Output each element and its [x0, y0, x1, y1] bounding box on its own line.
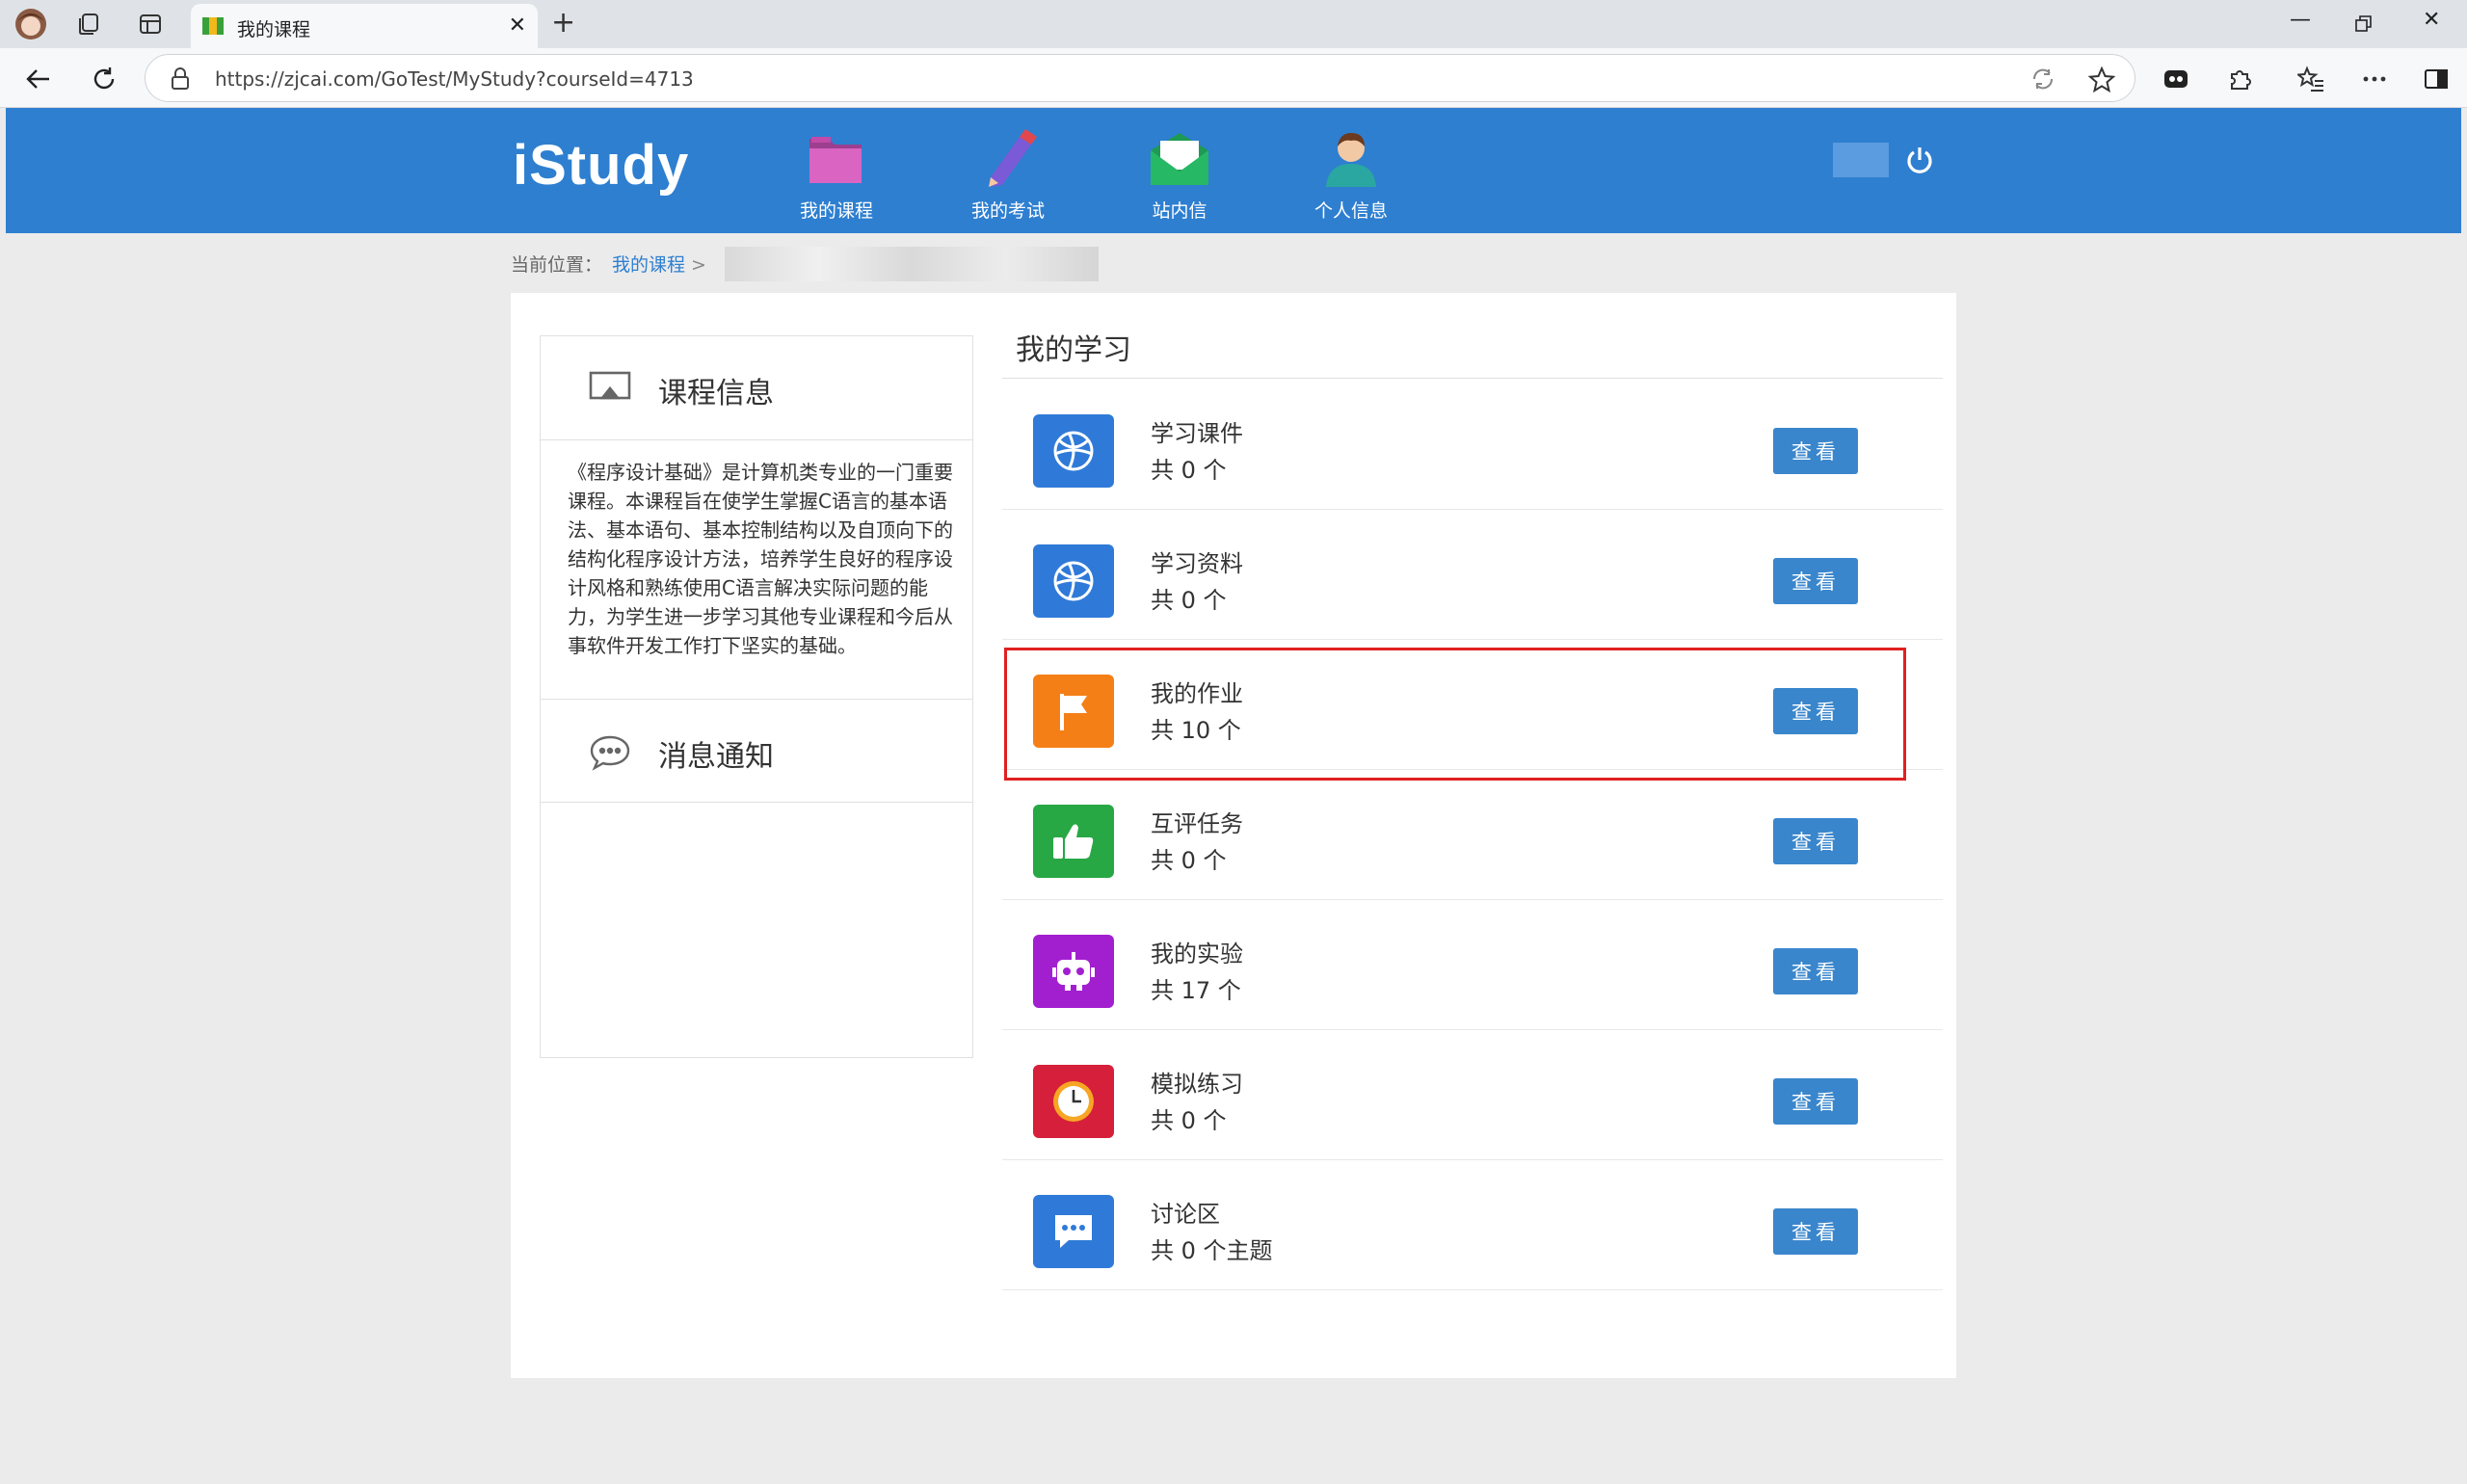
breadcrumb-separator: > [691, 254, 706, 276]
tab-close-icon[interactable]: ✕ [509, 13, 526, 38]
study-item-courseware: 学习课件 共 0 个 查看 [1002, 380, 1943, 510]
nav-profile[interactable]: 个人信息 [1293, 129, 1409, 223]
tab-title: 我的课程 [237, 19, 311, 40]
pencil-icon [989, 129, 1037, 187]
view-practice-button[interactable]: 查看 [1773, 1078, 1858, 1125]
breadcrumb-prefix: 当前位置： [511, 254, 603, 276]
title-divider [1002, 378, 1943, 379]
course-sidebar: 课程信息 《程序设计基础》是计算机类专业的一门重要课程。本课程旨在使学生掌握C语… [540, 335, 973, 1058]
nav-label: 个人信息 [1313, 200, 1388, 222]
item-name: 学习课件 [1151, 420, 1243, 447]
lock-icon [172, 67, 189, 90]
close-window-icon[interactable]: ✕ [2423, 8, 2440, 32]
highlight-box [1004, 648, 1906, 781]
sidebar-toggle-icon[interactable] [2419, 62, 2454, 96]
istudy-logo[interactable]: iStudy [513, 133, 689, 198]
nav-label: 我的课程 [799, 200, 873, 222]
nav-label: 站内信 [1152, 200, 1207, 222]
envelope-icon [1151, 133, 1208, 185]
restore-icon[interactable] [2355, 15, 2373, 33]
nav-label: 我的考试 [970, 200, 1045, 222]
power-icon[interactable] [1904, 145, 1935, 175]
nav-messages[interactable]: 站内信 [1122, 129, 1237, 223]
basketball-icon [1033, 544, 1114, 618]
new-tab-icon[interactable]: + [551, 6, 575, 40]
item-count: 共 0 个 [1151, 587, 1227, 614]
main-panel: 课程信息 《程序设计基础》是计算机类专业的一门重要课程。本课程旨在使学生掌握C语… [511, 293, 1956, 1378]
profile-avatar-icon[interactable] [10, 6, 52, 42]
thumbs-up-icon [1033, 805, 1114, 878]
item-count: 共 0 个 [1151, 1107, 1227, 1134]
site-header: iStudy 我的课程 我的考试 站内信 个人信息 [6, 108, 2461, 233]
chat-bubble-icon [1033, 1195, 1114, 1268]
browser-tab-active[interactable]: 我的课程 ✕ [191, 4, 538, 48]
item-count: 共 17 个 [1151, 977, 1241, 1004]
favorites-list-icon[interactable] [2294, 62, 2328, 96]
breadcrumb-course-name-blurred [725, 247, 1099, 281]
view-experiments-button[interactable]: 查看 [1773, 948, 1858, 994]
folder-icon [809, 137, 862, 183]
basketball-icon [1033, 414, 1114, 488]
more-menu-icon[interactable] [2357, 62, 2392, 96]
favorite-star-icon[interactable] [2088, 66, 2115, 93]
study-item-experiments: 我的实验 共 17 个 查看 [1002, 900, 1943, 1030]
breadcrumb: 当前位置： 我的课程 > [511, 251, 712, 277]
user-avatar[interactable] [1833, 143, 1889, 177]
item-count: 共 0 个主题 [1151, 1237, 1273, 1264]
course-info-header: 课程信息 [541, 336, 972, 440]
item-name: 学习资料 [1151, 550, 1243, 577]
read-aloud-icon[interactable] [2030, 66, 2056, 92]
url-field[interactable]: https://zjcai.com/GoTest/MyStudy?courseI… [145, 54, 2135, 102]
minimize-icon[interactable]: — [2290, 8, 2311, 32]
study-item-peer-review: 互评任务 共 0 个 查看 [1002, 770, 1943, 900]
study-item-materials: 学习资料 共 0 个 查看 [1002, 510, 1943, 640]
browser-tab-bar: 我的课程 ✕ + — ✕ [0, 0, 2467, 48]
browser-address-bar: https://zjcai.com/GoTest/MyStudy?courseI… [0, 48, 2467, 108]
notice-header: 消息通知 [541, 699, 972, 803]
item-count: 共 0 个 [1151, 457, 1227, 484]
extension-icon[interactable] [2159, 62, 2193, 96]
item-count: 共 0 个 [1151, 847, 1227, 874]
speech-bubble-icon [590, 735, 630, 771]
course-description: 《程序设计基础》是计算机类专业的一门重要课程。本课程旨在使学生掌握C语言的基本语… [568, 461, 953, 657]
study-item-practice: 模拟练习 共 0 个 查看 [1002, 1030, 1943, 1160]
clock-icon [1033, 1065, 1114, 1138]
presentation-screen-icon [589, 371, 631, 400]
view-materials-button[interactable]: 查看 [1773, 558, 1858, 604]
collections-icon[interactable] [67, 6, 110, 42]
course-info-title: 课程信息 [658, 377, 774, 411]
extensions-puzzle-icon[interactable] [2222, 62, 2257, 96]
robot-icon [1033, 935, 1114, 1008]
vertical-tabs-icon[interactable] [129, 6, 172, 42]
nav-my-exams[interactable]: 我的考试 [950, 129, 1066, 223]
item-name: 互评任务 [1151, 810, 1243, 837]
item-name: 讨论区 [1151, 1201, 1220, 1228]
view-peer-review-button[interactable]: 查看 [1773, 818, 1858, 864]
view-discussion-button[interactable]: 查看 [1773, 1208, 1858, 1255]
back-icon[interactable] [21, 62, 56, 96]
user-profile-icon [1326, 133, 1376, 187]
tab-favicon-icon [202, 17, 224, 35]
view-courseware-button[interactable]: 查看 [1773, 428, 1858, 474]
url-text: https://zjcai.com/GoTest/MyStudy?courseI… [215, 67, 694, 91]
item-name: 我的实验 [1151, 941, 1243, 967]
item-name: 模拟练习 [1151, 1071, 1243, 1098]
notice-title: 消息通知 [658, 740, 774, 774]
my-study-title: 我的学习 [1016, 333, 1131, 367]
breadcrumb-link-my-courses[interactable]: 我的课程 [612, 254, 685, 276]
study-item-discussion: 讨论区 共 0 个主题 查看 [1002, 1160, 1943, 1290]
nav-my-courses[interactable]: 我的课程 [779, 129, 894, 223]
refresh-icon[interactable] [87, 62, 121, 96]
